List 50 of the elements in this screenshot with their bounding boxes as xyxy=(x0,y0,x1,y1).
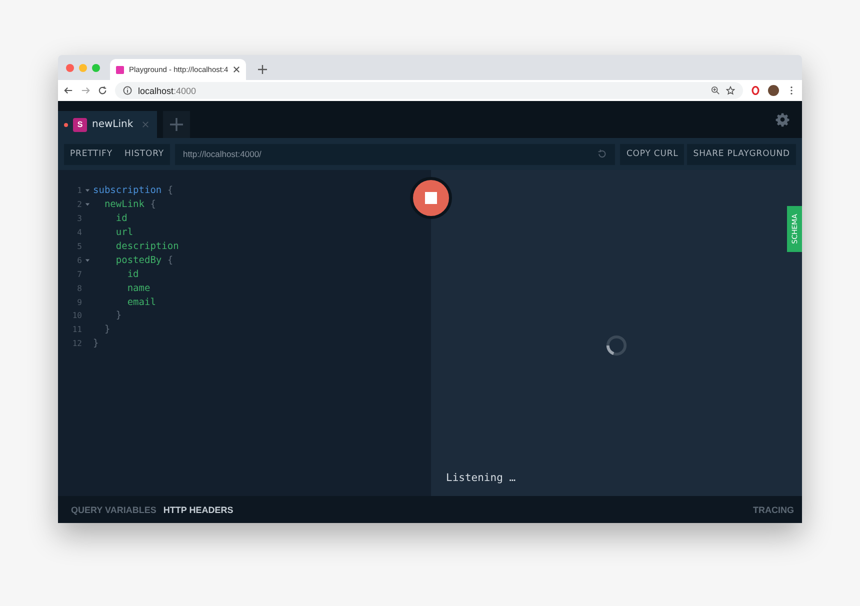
fold-arrow-icon[interactable] xyxy=(85,202,90,208)
zoom-icon[interactable] xyxy=(711,86,720,95)
loading-spinner-icon xyxy=(605,334,628,357)
code-line: name xyxy=(126,282,150,294)
favicon-icon xyxy=(116,66,124,74)
unsaved-dot-icon xyxy=(64,122,68,126)
new-tab-icon[interactable] xyxy=(258,65,268,74)
line-number: 2 xyxy=(76,200,82,210)
line-number: 4 xyxy=(76,228,82,238)
bottom-tab[interactable]: HTTP HEADERS xyxy=(163,504,234,514)
line-number: 7 xyxy=(76,270,82,279)
playground-tab[interactable]: S newLink xyxy=(58,111,158,138)
toolbar-button[interactable]: COPY CURL xyxy=(620,144,684,164)
reload-icon[interactable] xyxy=(98,86,107,95)
endpoint-field[interactable]: http://localhost:4000/ xyxy=(174,144,616,164)
avatar-icon[interactable] xyxy=(768,85,779,96)
line-number: 12 xyxy=(71,339,82,348)
code-line: id xyxy=(114,213,128,224)
code-line: email xyxy=(126,296,156,308)
back-icon[interactable] xyxy=(64,86,73,95)
status-text: Listening … xyxy=(446,472,517,484)
line-number: 1 xyxy=(76,186,82,196)
code-line: } xyxy=(103,324,110,336)
line-number: 5 xyxy=(76,242,82,251)
line-number: 6 xyxy=(76,256,82,265)
code-line: id xyxy=(126,268,139,280)
settings-icon[interactable] xyxy=(775,112,790,127)
code-line: description xyxy=(114,241,179,252)
line-number: 3 xyxy=(76,214,82,224)
info-icon[interactable] xyxy=(123,86,132,95)
code-line: newLink { xyxy=(103,199,156,210)
line-number: 9 xyxy=(76,298,82,307)
star-icon[interactable] xyxy=(726,86,735,95)
subscription-badge: S xyxy=(73,118,87,132)
code-line: url xyxy=(114,227,134,238)
address-bar[interactable]: localhost:4000 xyxy=(115,82,743,99)
code-line: } xyxy=(93,338,99,350)
close-tab-icon[interactable] xyxy=(233,66,240,73)
fold-arrow-icon[interactable] xyxy=(85,188,90,194)
code-line: } xyxy=(114,310,122,322)
fold-arrow-icon[interactable] xyxy=(85,258,90,263)
toolbar-button[interactable]: SHARE PLAYGROUND xyxy=(687,144,796,164)
code-line: postedBy { xyxy=(114,254,174,266)
line-number: 11 xyxy=(71,325,82,334)
line-number: 10 xyxy=(71,311,82,320)
line-number: 8 xyxy=(76,284,82,293)
code-line: subscription { xyxy=(93,185,174,196)
extension-icon[interactable] xyxy=(751,86,760,95)
add-tab-button[interactable] xyxy=(163,111,190,138)
plus-icon xyxy=(170,118,184,131)
